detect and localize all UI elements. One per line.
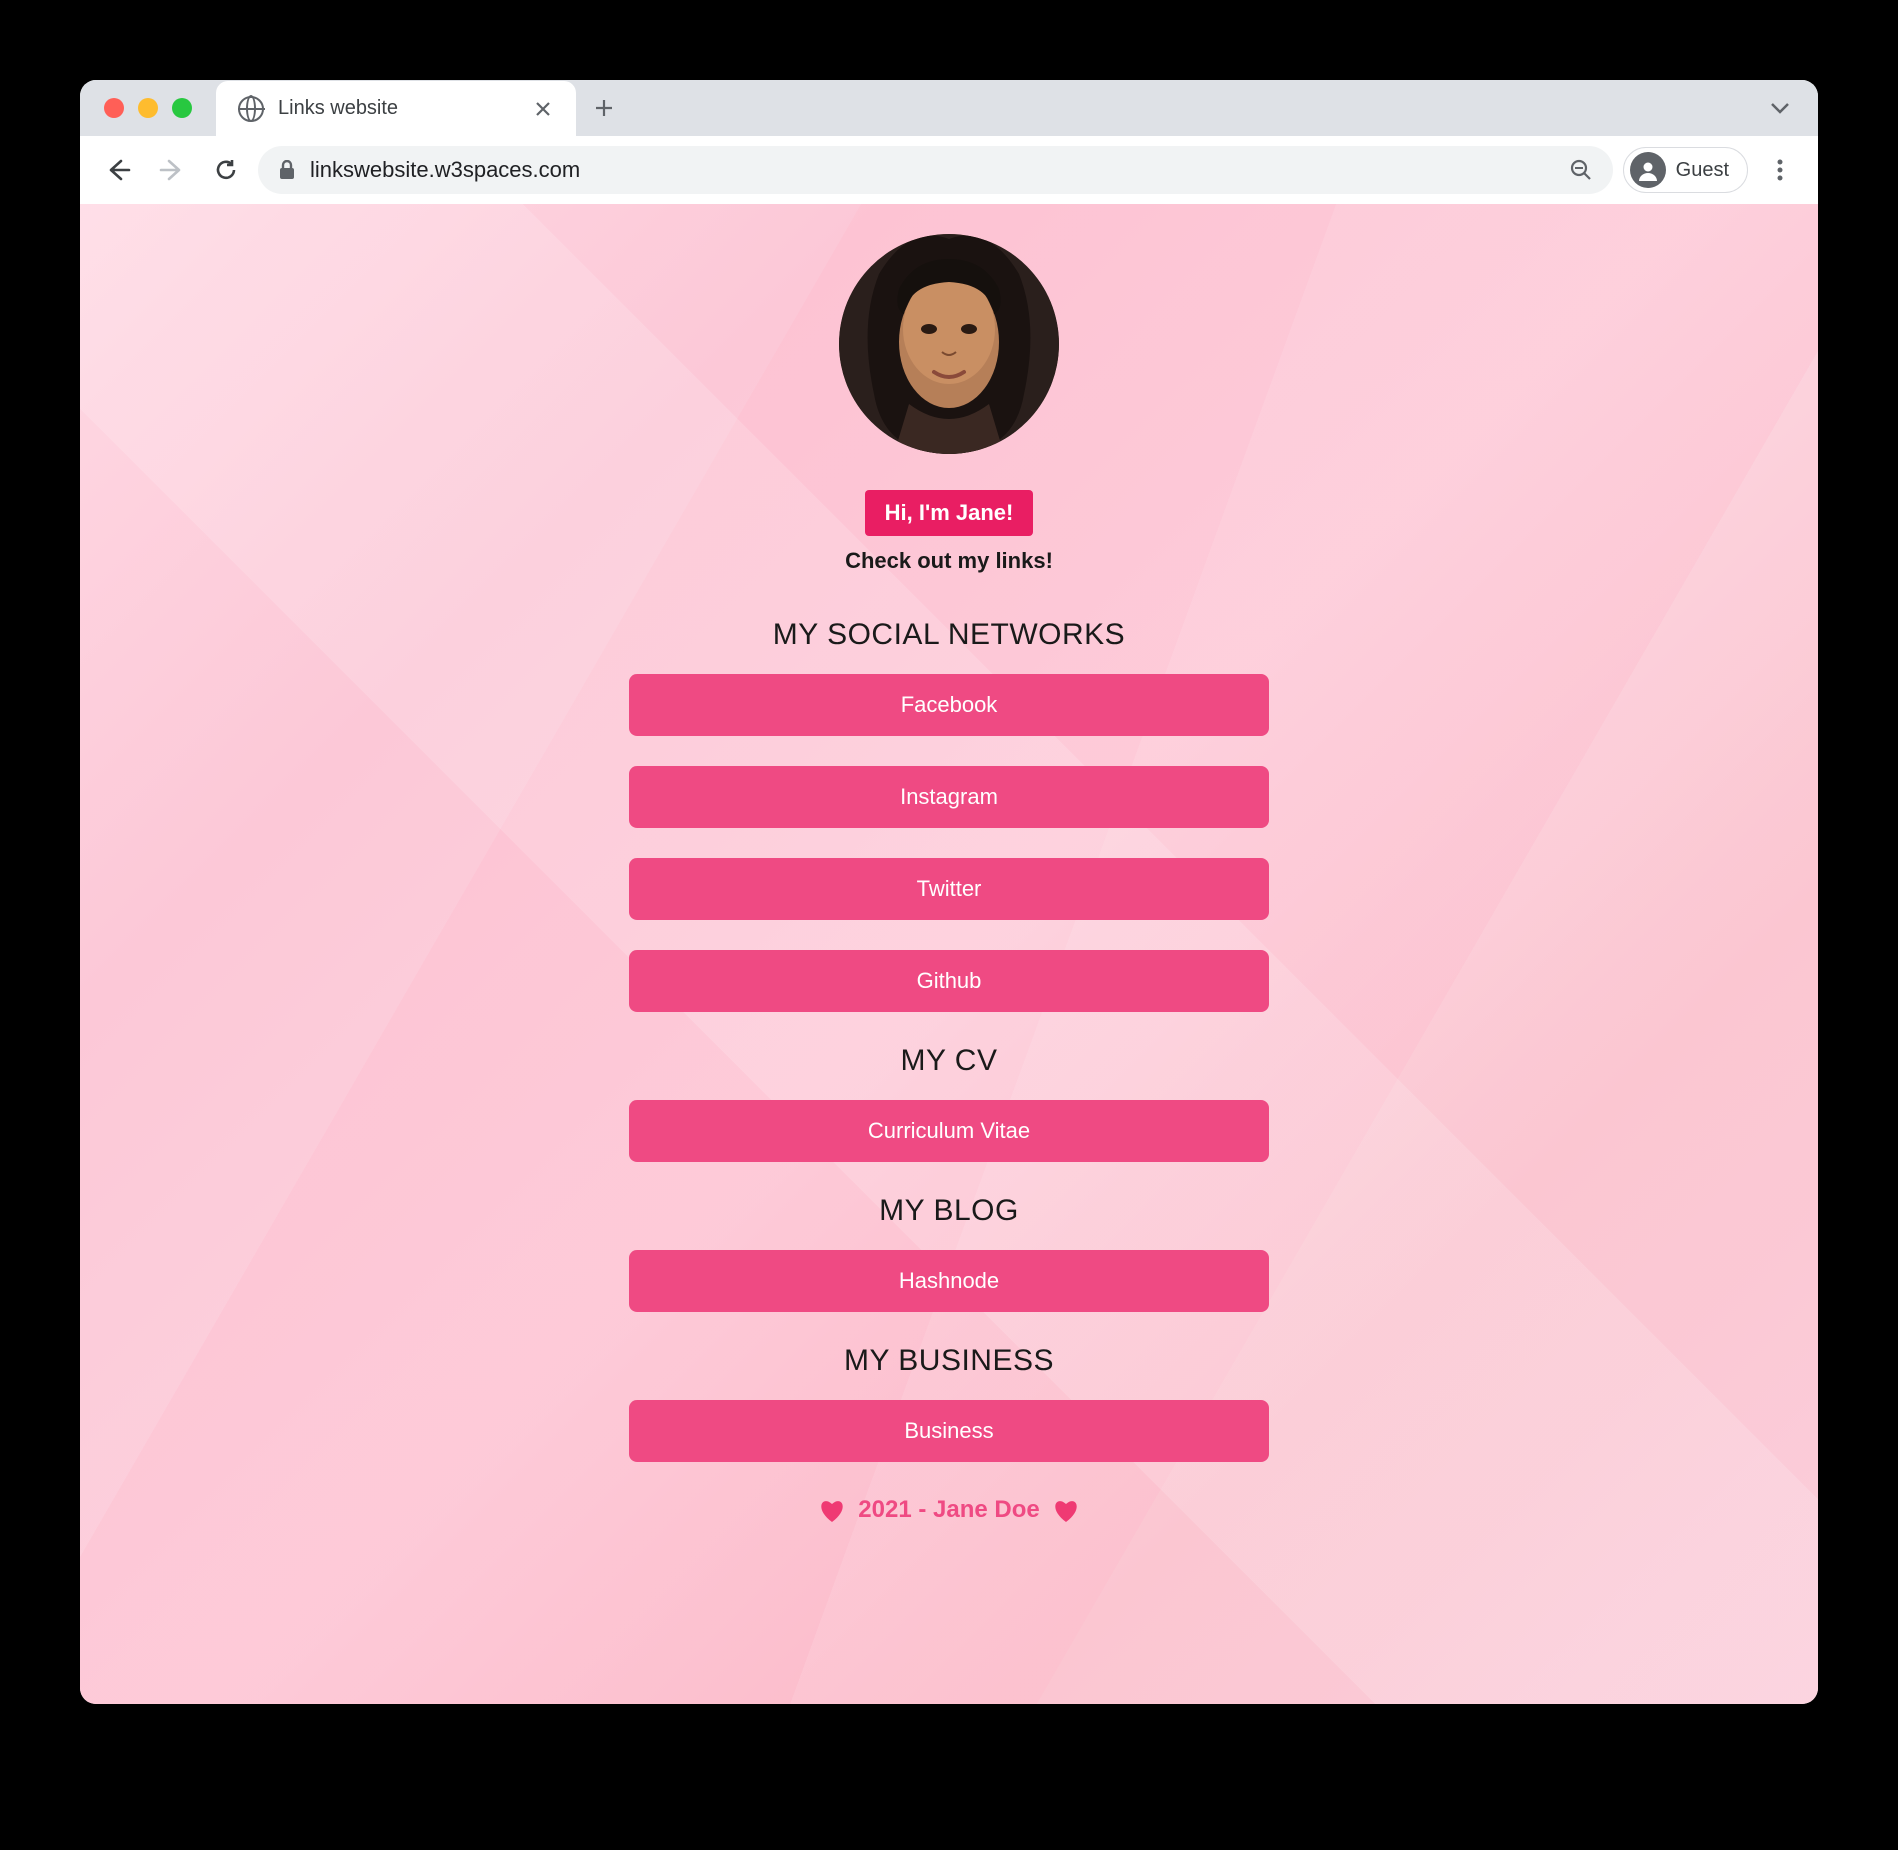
tab-title: Links website	[278, 97, 520, 120]
url-text: linkswebsite.w3spaces.com	[310, 157, 1555, 183]
link-business[interactable]: Business	[629, 1400, 1269, 1462]
browser-chrome: Links website	[80, 80, 1818, 204]
link-instagram[interactable]: Instagram	[629, 766, 1269, 828]
link-facebook[interactable]: Facebook	[629, 674, 1269, 736]
globe-icon	[238, 96, 264, 122]
avatar-icon	[1630, 152, 1666, 188]
footer-text: 2021 - Jane Doe	[858, 1496, 1039, 1524]
link-hashnode[interactable]: Hashnode	[629, 1250, 1269, 1312]
section-title-cv: MY CV	[629, 1044, 1269, 1078]
minimize-window-button[interactable]	[138, 98, 158, 118]
profile-avatar	[839, 234, 1059, 454]
tab-bar: Links website	[80, 80, 1818, 136]
more-menu-button[interactable]	[1758, 148, 1802, 192]
section-title-blog: MY BLOG	[629, 1194, 1269, 1228]
forward-button[interactable]	[150, 148, 194, 192]
address-bar[interactable]: linkswebsite.w3spaces.com	[258, 146, 1613, 194]
link-github[interactable]: Github	[629, 950, 1269, 1012]
heart-icon	[818, 1497, 846, 1523]
browser-window: Links website	[80, 80, 1818, 1704]
link-twitter[interactable]: Twitter	[629, 858, 1269, 920]
window-controls	[104, 98, 192, 118]
page-content: Hi, I'm Jane! Check out my links! MY SOC…	[80, 204, 1818, 1704]
greeting-badge: Hi, I'm Jane!	[865, 490, 1034, 536]
reload-button[interactable]	[204, 148, 248, 192]
subtitle-text: Check out my links!	[629, 548, 1269, 574]
footer: 2021 - Jane Doe	[629, 1496, 1269, 1524]
new-tab-button[interactable]	[576, 98, 632, 118]
lock-icon	[278, 160, 296, 180]
profile-label: Guest	[1676, 159, 1729, 182]
close-tab-button[interactable]	[534, 100, 558, 118]
section-title-social: MY SOCIAL NETWORKS	[629, 618, 1269, 652]
maximize-window-button[interactable]	[172, 98, 192, 118]
back-button[interactable]	[96, 148, 140, 192]
tabs-dropdown-button[interactable]	[1760, 102, 1800, 114]
heart-icon	[1052, 1497, 1080, 1523]
browser-tab[interactable]: Links website	[216, 81, 576, 137]
browser-toolbar: linkswebsite.w3spaces.com Guest	[80, 136, 1818, 204]
section-title-business: MY BUSINESS	[629, 1344, 1269, 1378]
link-cv[interactable]: Curriculum Vitae	[629, 1100, 1269, 1162]
profile-chip[interactable]: Guest	[1623, 147, 1748, 193]
close-window-button[interactable]	[104, 98, 124, 118]
zoom-icon[interactable]	[1569, 158, 1593, 182]
